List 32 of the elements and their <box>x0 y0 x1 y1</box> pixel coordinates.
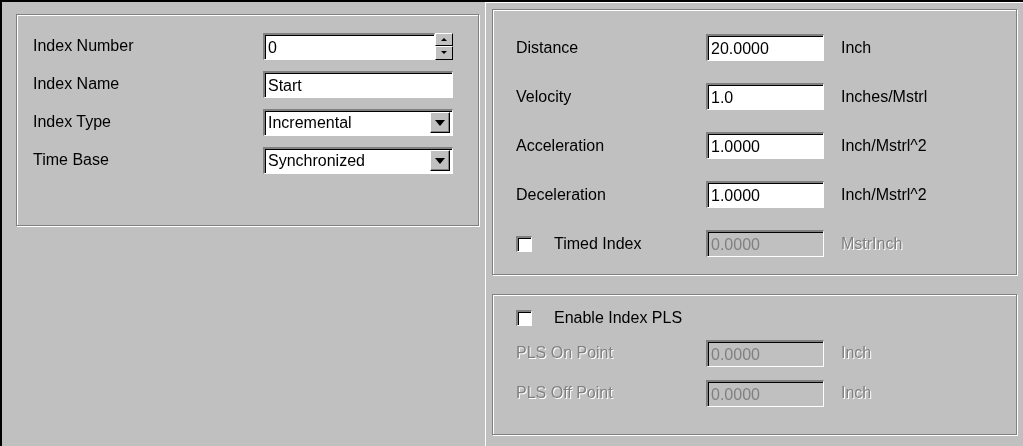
unit-label: Inch/Mstrl^2 <box>841 135 927 156</box>
field-label: Enable Index PLS <box>554 308 683 328</box>
input-field[interactable]: 20.0000 <box>706 34 824 61</box>
unit-label: Inch <box>841 383 872 403</box>
field-label: Deceleration <box>516 185 606 203</box>
input-field[interactable]: Start <box>263 70 453 98</box>
dropdown-button[interactable] <box>430 150 450 171</box>
spin-up-button[interactable] <box>435 32 453 46</box>
spin-down-button[interactable] <box>435 46 453 60</box>
field-label: PLS On Point <box>516 344 613 361</box>
input-field[interactable]: 1.0000 <box>706 181 824 208</box>
dropdown[interactable]: Incremental <box>263 108 453 136</box>
input-field[interactable]: 1.0000 <box>706 132 824 159</box>
field-label: Distance <box>516 38 579 56</box>
field-label: Index Number <box>33 37 134 54</box>
unit-label: Inch/Mstrl^2 <box>841 184 927 205</box>
field-label: Timed Index <box>554 233 642 254</box>
unit-label: MstrInch <box>841 233 903 254</box>
field-label: PLS Off Point <box>516 384 613 401</box>
dropdown[interactable]: Synchronized <box>263 146 453 174</box>
unit-label: Inches/Mstrl <box>841 86 928 107</box>
field-label: Index Name <box>33 75 120 92</box>
unit-label: Inch <box>841 37 872 58</box>
checkbox[interactable] <box>516 310 532 326</box>
field-label: Velocity <box>516 87 572 105</box>
input-field[interactable]: 0 <box>263 32 435 60</box>
unit-label: Inch <box>841 343 872 363</box>
dropdown-button[interactable] <box>430 112 450 133</box>
field-label: Acceleration <box>516 136 605 154</box>
field-label: Time Base <box>33 151 109 168</box>
input-field[interactable]: 1.0 <box>706 83 824 110</box>
field-label: Index Type <box>33 113 111 130</box>
